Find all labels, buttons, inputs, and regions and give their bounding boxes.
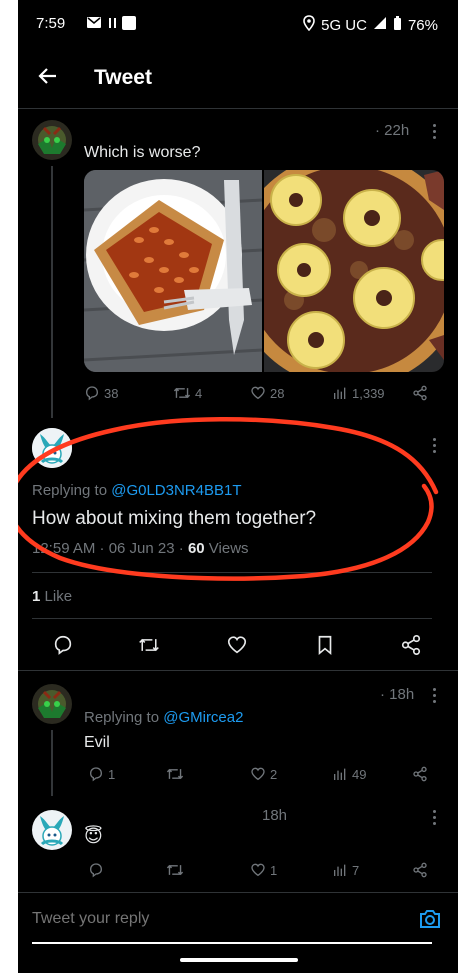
avatar[interactable] [32, 684, 72, 724]
reply-icon [54, 635, 72, 655]
status-right: 5G UC 76% [303, 15, 438, 35]
retweet-button[interactable] [138, 634, 160, 661]
likes-summary[interactable]: 1 Like [32, 588, 72, 605]
annotation-ellipse [18, 416, 439, 581]
heart-icon [227, 636, 247, 654]
analytics-icon [334, 768, 346, 780]
signal-icon [373, 16, 387, 34]
camera-button[interactable] [418, 908, 442, 935]
location-icon [303, 15, 315, 35]
retweet-button[interactable] [166, 766, 188, 782]
tweet-text: 😇 [84, 826, 103, 846]
divider [18, 670, 458, 671]
divider [32, 942, 432, 944]
divider [18, 108, 458, 109]
replying-to: Replying to @GMircea2 [84, 709, 243, 726]
more-icon[interactable] [433, 688, 437, 706]
like-button[interactable] [226, 634, 248, 661]
reply-button[interactable] [88, 862, 108, 878]
bookmark-button[interactable] [314, 634, 336, 661]
more-icon[interactable] [433, 124, 437, 142]
likes-label: Like [44, 588, 73, 605]
heart-icon [251, 386, 265, 400]
views-button[interactable]: 49 [332, 766, 366, 782]
pineapple-pizza-image[interactable] [264, 170, 444, 372]
tweet-time: · 18h [380, 686, 415, 703]
tweet-text: Which is worse? [84, 144, 201, 161]
beans-on-toast-image[interactable] [84, 170, 262, 372]
divider [32, 618, 432, 619]
thread-line [51, 730, 53, 796]
analytics-icon [334, 387, 346, 399]
retweet-icon [166, 864, 184, 876]
likes-count: 1 [32, 588, 41, 605]
reply-button[interactable] [52, 634, 74, 661]
reply-button[interactable]: 1 [88, 766, 115, 782]
replying-handle-link[interactable]: @GMircea2 [163, 709, 243, 726]
page-title: Tweet [94, 66, 152, 89]
like-count: 28 [270, 385, 285, 401]
heart-icon [251, 863, 265, 877]
retweet-count: 4 [195, 385, 203, 401]
share-icon [413, 766, 427, 782]
retweet-icon [139, 638, 159, 652]
views-button[interactable]: 7 [332, 862, 359, 878]
retweet-icon [173, 387, 191, 399]
reply-icon [89, 863, 103, 878]
reply-composer[interactable] [18, 894, 458, 944]
share-icon [413, 862, 427, 878]
phone-screen: 7:59 5G UC 76% Tweet · 22h Which is wors… [18, 0, 458, 973]
retweet-button[interactable] [166, 862, 188, 878]
notification-icons [86, 14, 156, 36]
like-count: 2 [270, 766, 278, 782]
battery-level: 76% [407, 16, 438, 34]
reply-count: 1 [108, 766, 116, 782]
home-indicator[interactable] [180, 958, 298, 962]
like-button[interactable]: 28 [250, 385, 284, 401]
reply-icon [85, 386, 99, 401]
tweet-time: · 22h [375, 122, 410, 139]
back-button[interactable] [36, 64, 60, 93]
avatar[interactable] [32, 120, 72, 160]
views-button[interactable]: 1,339 [332, 385, 385, 401]
share-button[interactable] [400, 634, 422, 661]
share-button[interactable] [412, 385, 428, 401]
divider [18, 892, 458, 893]
avatar[interactable] [32, 810, 72, 850]
status-time: 7:59 [36, 15, 66, 32]
share-button[interactable] [412, 766, 428, 782]
share-icon [413, 385, 427, 401]
view-count: 7 [352, 862, 360, 878]
network-label: 5G UC [321, 16, 367, 34]
reply-button[interactable]: 38 [84, 385, 118, 401]
camera-icon [420, 910, 440, 928]
like-button[interactable]: 2 [250, 766, 277, 782]
replying-prefix: Replying to [84, 709, 160, 726]
retweet-icon [166, 768, 184, 780]
share-icon [401, 635, 421, 655]
battery-icon [393, 15, 402, 35]
more-icon[interactable] [433, 810, 437, 828]
reply-input[interactable] [32, 904, 392, 934]
thread-line [51, 166, 53, 418]
like-count: 1 [270, 862, 278, 878]
view-count: 1,339 [352, 385, 385, 401]
status-bar: 7:59 5G UC 76% [18, 12, 458, 36]
bookmark-icon [318, 635, 332, 656]
analytics-icon [334, 864, 346, 876]
view-count: 49 [352, 766, 367, 782]
arrow-left-icon [38, 68, 56, 84]
like-button[interactable]: 1 [250, 862, 277, 878]
heart-icon [251, 767, 265, 781]
reply-icon [89, 767, 103, 782]
tweet-time: 18h [262, 807, 288, 824]
reply-count: 38 [104, 385, 119, 401]
tweet-text: Evil [84, 734, 110, 751]
share-button[interactable] [412, 862, 428, 878]
retweet-button[interactable]: 4 [173, 385, 202, 401]
